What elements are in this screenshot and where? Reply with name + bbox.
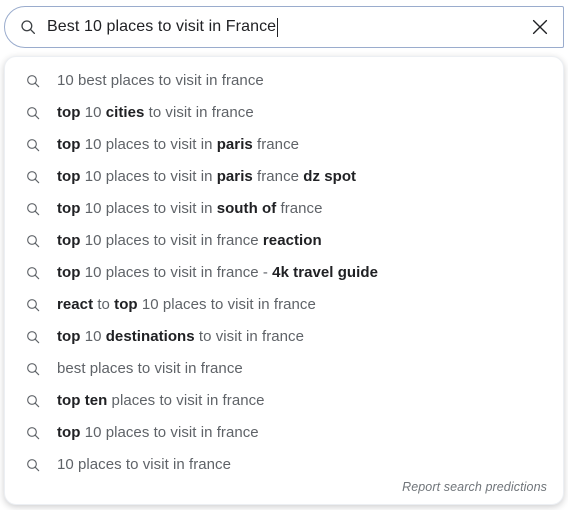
suggestion-label: 10 best places to visit in france <box>57 72 264 89</box>
suggestion-row[interactable]: top 10 places to visit in paris france <box>5 129 563 161</box>
search-icon <box>25 457 49 473</box>
search-input[interactable]: Best 10 places to visit in France <box>47 17 517 37</box>
search-box[interactable]: Best 10 places to visit in France <box>4 6 564 48</box>
search-icon <box>5 18 47 36</box>
suggestion-label: top 10 places to visit in france reactio… <box>57 232 322 249</box>
suggestion-list: 10 best places to visit in france top 10 … <box>5 65 563 481</box>
search-icon <box>25 361 49 377</box>
suggestion-row[interactable]: top 10 places to visit in france <box>5 417 563 449</box>
search-icon <box>25 297 49 313</box>
suggestions-panel: 10 best places to visit in france top 10 … <box>4 56 564 505</box>
suggestion-row[interactable]: top 10 cities to visit in france <box>5 97 563 129</box>
suggestion-label: top 10 destinations to visit in france <box>57 328 304 345</box>
suggestion-label: best places to visit in france <box>57 360 243 377</box>
suggestion-row[interactable]: top 10 places to visit in france - 4k tr… <box>5 257 563 289</box>
suggestion-row[interactable]: top 10 places to visit in paris france d… <box>5 161 563 193</box>
search-input-value: Best 10 places to visit in France <box>47 18 277 35</box>
suggestion-label: react to top 10 places to visit in franc… <box>57 296 316 313</box>
suggestion-row[interactable]: 10 best places to visit in france <box>5 65 563 97</box>
search-icon <box>25 233 49 249</box>
search-icon <box>25 73 49 89</box>
suggestion-row[interactable]: 10 places to visit in france <box>5 449 563 481</box>
suggestion-row[interactable]: top 10 destinations to visit in france <box>5 321 563 353</box>
suggestion-label: top 10 places to visit in france <box>57 424 259 441</box>
suggestion-row[interactable]: top 10 places to visit in france reactio… <box>5 225 563 257</box>
suggestion-row[interactable]: best places to visit in france <box>5 353 563 385</box>
search-icon <box>25 393 49 409</box>
suggestion-label: top 10 cities to visit in france <box>57 104 254 121</box>
search-icon <box>25 169 49 185</box>
search-icon <box>25 105 49 121</box>
search-suggestions-screen: Best 10 places to visit in France 10 bes… <box>0 0 568 510</box>
search-icon <box>25 329 49 345</box>
search-icon <box>25 137 49 153</box>
suggestion-label: 10 places to visit in france <box>57 456 231 473</box>
suggestion-label: top 10 places to visit in france - 4k tr… <box>57 264 378 281</box>
suggestion-row[interactable]: top ten places to visit in france <box>5 385 563 417</box>
suggestion-row[interactable]: top 10 places to visit in south of franc… <box>5 193 563 225</box>
text-caret <box>277 17 279 37</box>
suggestion-row[interactable]: react to top 10 places to visit in franc… <box>5 289 563 321</box>
report-search-predictions-link[interactable]: Report search predictions <box>402 480 547 494</box>
suggestion-label: top 10 places to visit in paris france d… <box>57 168 357 185</box>
suggestion-label: top ten places to visit in france <box>57 392 265 409</box>
search-icon <box>25 201 49 217</box>
search-icon <box>25 265 49 281</box>
suggestion-label: top 10 places to visit in paris france <box>57 136 300 153</box>
suggestion-label: top 10 places to visit in south of franc… <box>57 200 323 217</box>
search-icon <box>25 425 49 441</box>
clear-search-button[interactable] <box>517 7 563 47</box>
